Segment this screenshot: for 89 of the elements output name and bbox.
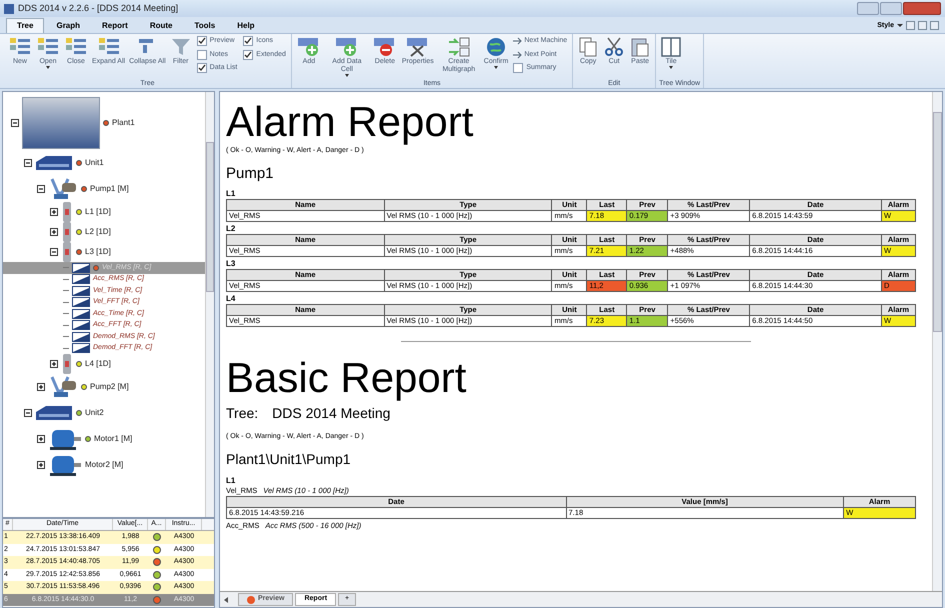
filter-icon — [170, 36, 192, 58]
scissors-icon — [603, 36, 626, 58]
tree-item[interactable]: L4 [1D] — [85, 358, 111, 370]
minus-icon — [38, 186, 44, 192]
chart-icon — [72, 262, 90, 273]
clipboard-icon — [629, 36, 652, 58]
tree-item[interactable]: L3 [1D] — [85, 246, 111, 258]
expand-toggle[interactable] — [50, 360, 58, 368]
building-icon — [35, 404, 73, 422]
minus-icon — [25, 410, 31, 416]
scrollbar[interactable] — [205, 92, 214, 517]
menu-tab[interactable]: Route — [140, 18, 182, 33]
app-icon — [4, 4, 14, 14]
path-heading: Plant1\Unit1\Pump1 — [226, 450, 352, 469]
chart-icon — [72, 297, 90, 308]
copy-icon — [577, 36, 600, 58]
menu-tab[interactable]: Tools — [184, 18, 226, 33]
plus-icon — [38, 462, 44, 468]
collapse-toggle[interactable] — [50, 248, 58, 256]
checkbox[interactable] — [196, 50, 207, 60]
tree-item[interactable]: Pump1 [M] — [90, 183, 129, 195]
expand-toggle[interactable] — [37, 435, 45, 443]
tree-item[interactable]: L1 [1D] — [85, 206, 111, 218]
window-title: DDS 2014 v 2.2.6 - [DDS 2014 Meeting] — [18, 2, 178, 15]
restore-button[interactable] — [918, 21, 927, 30]
arrow-icon — [513, 37, 522, 46]
expand-toggle[interactable] — [50, 208, 58, 216]
point-heading: L4 — [226, 294, 236, 304]
chart-icon — [72, 320, 90, 330]
pump-icon — [48, 177, 78, 201]
checkbox[interactable] — [196, 63, 207, 74]
report-title: Basic Report — [226, 355, 468, 401]
scroll-left-icon[interactable] — [224, 596, 228, 602]
chart-icon — [72, 343, 90, 354]
checkbox[interactable] — [196, 36, 207, 46]
chart-icon — [72, 274, 90, 284]
plus-icon — [38, 384, 44, 390]
menu-tab[interactable]: Help — [227, 18, 265, 33]
point-heading: L3 — [226, 259, 236, 269]
minus-icon — [25, 160, 31, 166]
plus-icon — [51, 209, 57, 215]
close-button[interactable] — [930, 21, 939, 30]
tree-item[interactable]: Unit1 — [85, 157, 104, 169]
chart-icon — [72, 332, 90, 342]
tree-item[interactable]: Plant1 — [112, 117, 135, 129]
collapse-toggle[interactable] — [37, 185, 45, 193]
tree-item[interactable]: L2 [1D] — [85, 226, 111, 238]
building-icon — [35, 154, 73, 172]
caret-icon — [897, 24, 903, 28]
tree-item[interactable]: Motor2 [M] — [85, 459, 124, 471]
minus-icon — [12, 120, 18, 126]
tree-name: DDS 2014 Meeting — [272, 404, 390, 423]
tree-item[interactable]: Motor1 [M] — [94, 433, 132, 445]
chart-icon — [72, 308, 90, 319]
sensor-icon — [61, 201, 73, 223]
check-icon — [198, 37, 206, 46]
point-heading: L1 — [226, 189, 236, 199]
pump-icon — [48, 375, 78, 399]
tree-label: Tree: — [226, 404, 258, 423]
menu-tab[interactable]: Report — [92, 18, 138, 33]
check-icon — [198, 64, 206, 72]
menu-tab[interactable]: Graph — [46, 18, 90, 33]
checkbox[interactable] — [243, 36, 254, 46]
expand-toggle[interactable] — [50, 228, 58, 236]
point-heading: L2 — [226, 224, 236, 234]
tree-item[interactable]: Pump2 [M] — [90, 381, 129, 393]
point-heading: L1 — [226, 476, 236, 486]
arrow-icon — [513, 50, 522, 59]
minus-icon — [51, 249, 57, 255]
report-title: Alarm Report — [226, 98, 474, 146]
scrollbar[interactable] — [932, 92, 942, 591]
sensor-icon — [61, 353, 73, 375]
tile-icon — [660, 36, 682, 58]
checkbox[interactable] — [513, 63, 524, 74]
checkbox[interactable] — [243, 50, 254, 60]
collapse-toggle[interactable] — [24, 159, 32, 167]
chart-icon — [72, 286, 90, 296]
collapse-toggle[interactable] — [24, 409, 32, 417]
plus-icon — [51, 229, 57, 235]
plus-icon — [51, 361, 57, 367]
sensor-icon — [61, 241, 73, 263]
collapse-toggle[interactable] — [11, 119, 19, 127]
tree-item[interactable]: Unit2 — [85, 407, 104, 419]
expand-toggle[interactable] — [37, 383, 45, 391]
machine-heading: Pump1 — [226, 164, 275, 184]
minimize-button[interactable] — [906, 21, 915, 30]
plus-icon — [38, 436, 44, 442]
menu-tab[interactable]: Tree — [6, 18, 44, 33]
expand-toggle[interactable] — [37, 461, 45, 469]
